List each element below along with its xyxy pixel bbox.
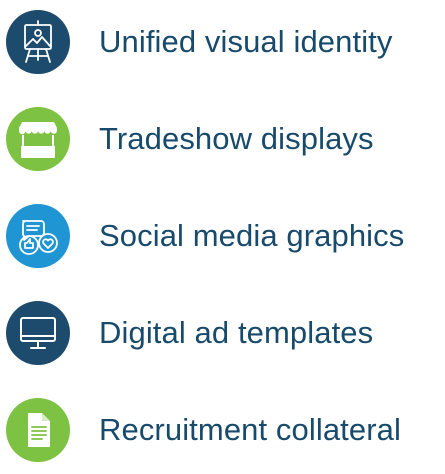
feature-list: Unified visual identity Tradeshow displa… xyxy=(0,0,445,474)
list-item: Unified visual identity xyxy=(0,10,445,74)
document-icon xyxy=(6,398,70,462)
item-label: Social media graphics xyxy=(99,218,405,253)
booth-stand-icon xyxy=(6,107,70,171)
item-label: Recruitment collateral xyxy=(99,412,401,447)
item-label: Digital ad templates xyxy=(99,315,374,350)
list-item: Social media graphics xyxy=(0,204,445,268)
chat-like-heart-icon xyxy=(6,204,70,268)
easel-landscape-icon xyxy=(6,10,70,74)
item-label: Tradeshow displays xyxy=(99,121,374,156)
list-item: Recruitment collateral xyxy=(0,398,445,462)
list-item: Tradeshow displays xyxy=(0,107,445,171)
monitor-icon xyxy=(6,301,70,365)
item-label: Unified visual identity xyxy=(99,24,393,59)
list-item: Digital ad templates xyxy=(0,301,445,365)
